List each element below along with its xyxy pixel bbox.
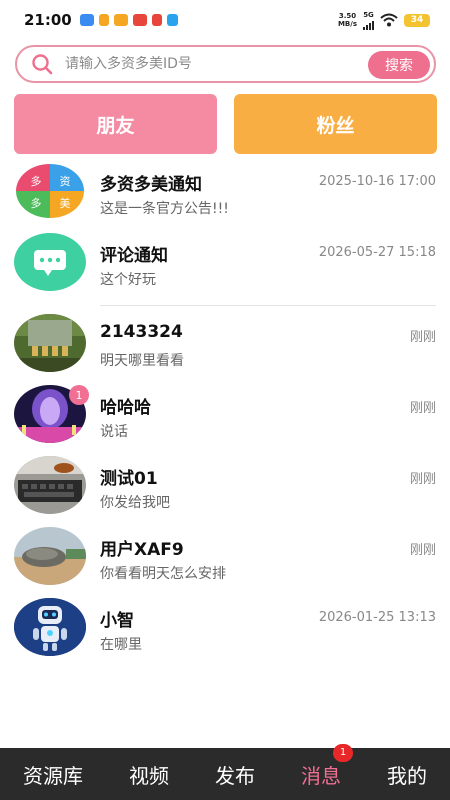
app-notification-icon — [79, 14, 94, 26]
battery-icon: 34 — [404, 13, 430, 27]
message-row-comment-notice[interactable]: 评论通知 2026-05-27 15:18 这个好玩 — [0, 233, 450, 303]
photo-avatar — [14, 527, 86, 585]
wifi-icon — [380, 13, 398, 27]
nav-resources[interactable]: 资源库 — [23, 760, 83, 789]
logo-char: 资 — [60, 175, 71, 188]
message-time: 刚刚 — [409, 401, 436, 416]
logo-avatar: 多 资 多 美 — [14, 162, 86, 220]
friends-tab[interactable]: 朋友 — [14, 94, 217, 154]
nav-publish[interactable]: 发布 — [215, 760, 255, 789]
logo-char: 多 — [31, 174, 42, 188]
nav-messages[interactable]: 消息 1 — [301, 743, 353, 789]
search-input[interactable] — [65, 56, 355, 72]
search-icon — [31, 53, 53, 75]
message-title: 多资多美通知 — [100, 175, 202, 195]
message-preview: 这个好玩 — [100, 272, 156, 288]
message-time: 2026-05-27 15:18 — [318, 245, 436, 260]
message-time: 刚刚 — [409, 472, 436, 487]
cell-signal-icon: 5G — [363, 11, 374, 30]
message-row-user[interactable]: 1 哈哈哈 刚刚 说话 — [0, 385, 450, 455]
nav-videos[interactable]: 视频 — [129, 760, 169, 789]
message-title: 小智 — [100, 611, 134, 631]
robot-avatar — [14, 598, 86, 656]
notification-icons — [79, 14, 178, 26]
message-title: 测试01 — [100, 469, 158, 489]
app-notification-icon — [113, 14, 128, 26]
message-time: 2025-10-16 17:00 — [318, 174, 436, 189]
message-row-official-notice[interactable]: 多 资 多 美 多资多美通知 2025-10-16 17:00 这是一条官方公告… — [0, 162, 450, 232]
message-row-user[interactable]: 测试01 刚刚 你发给我吧 — [0, 456, 450, 526]
message-preview: 你看看明天怎么安排 — [100, 566, 226, 582]
fans-tab[interactable]: 粉丝 — [234, 94, 437, 154]
message-title: 2143324 — [100, 322, 183, 342]
logo-char: 美 — [60, 197, 71, 210]
message-time: 刚刚 — [409, 543, 436, 558]
message-time: 2026-01-25 13:13 — [318, 610, 436, 625]
message-preview: 说话 — [100, 424, 128, 440]
bottom-nav: 资源库 视频 发布 消息 1 我的 — [0, 743, 450, 800]
nav-profile[interactable]: 我的 — [387, 760, 427, 789]
comment-bubble-icon — [14, 233, 86, 291]
status-indicators: 3.50 MB/s 5G 34 — [338, 11, 430, 30]
photo-avatar — [14, 456, 86, 514]
status-bar: 21:00 3.50 MB/s 5G 34 — [0, 0, 450, 40]
nav-messages-label: 消息 — [301, 763, 341, 788]
app-notification-icon — [151, 14, 162, 26]
section-divider — [100, 305, 436, 306]
search-bar: 搜索 — [15, 45, 436, 83]
nav-message-badge: 1 — [333, 743, 353, 762]
message-title: 评论通知 — [100, 246, 168, 266]
message-preview: 在哪里 — [100, 637, 142, 653]
photo-avatar — [14, 314, 86, 372]
logo-char: 多 — [31, 196, 42, 210]
crown-icon — [98, 14, 109, 26]
message-time: 刚刚 — [409, 330, 436, 345]
message-row-assistant[interactable]: 小智 2026-01-25 13:13 在哪里 — [0, 598, 450, 668]
message-row-user[interactable]: 用户XAF9 刚刚 你看看明天怎么安排 — [0, 527, 450, 597]
message-preview: 这是一条官方公告!!! — [100, 201, 229, 217]
unread-badge: 1 — [69, 385, 89, 405]
message-row-user[interactable]: 2143324 刚刚 明天哪里看看 — [0, 314, 450, 384]
app-notification-icon — [132, 14, 147, 26]
status-time: 21:00 — [24, 11, 72, 29]
message-preview: 你发给我吧 — [100, 495, 170, 511]
send-icon — [166, 14, 178, 26]
message-preview: 明天哪里看看 — [100, 353, 184, 369]
net-speed: 3.50 MB/s — [337, 12, 357, 28]
message-title: 用户XAF9 — [100, 540, 184, 560]
message-title: 哈哈哈 — [100, 398, 151, 418]
search-button[interactable]: 搜索 — [368, 51, 430, 79]
